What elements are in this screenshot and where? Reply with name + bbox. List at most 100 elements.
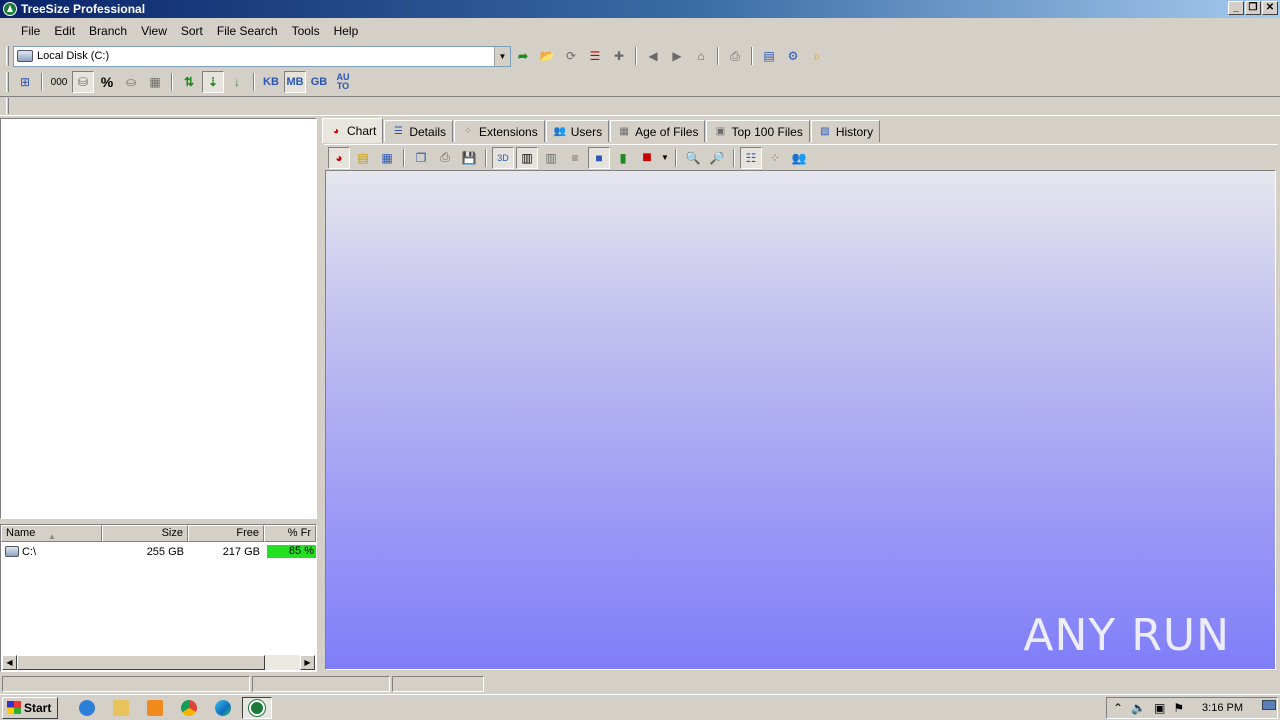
tab-label: Chart <box>347 124 377 138</box>
report-icon[interactable]: ▤ <box>758 45 780 67</box>
treesize-taskbar-button[interactable] <box>242 696 273 719</box>
treemap-icon[interactable]: ▦ <box>376 147 398 169</box>
windows-logo-icon <box>7 701 21 714</box>
minimize-button[interactable]: _ <box>1228 1 1244 15</box>
menu-help[interactable]: Help <box>327 24 366 38</box>
unit-kb-button[interactable]: KB <box>260 71 282 93</box>
status-strip <box>0 96 1280 116</box>
open-folder-icon[interactable]: 📂 <box>536 45 558 67</box>
clock[interactable]: 3:16 PM <box>1202 702 1243 714</box>
menu-file[interactable]: File <box>14 24 47 38</box>
folder-tree[interactable] <box>0 118 317 519</box>
print-chart-icon[interactable]: ⎙ <box>434 147 456 169</box>
column-free[interactable]: Free <box>188 525 264 542</box>
table-row[interactable]: C:\ 255 GB 217 GB 85 % <box>1 543 316 560</box>
print-icon[interactable]: ⎙ <box>724 45 746 67</box>
close-button[interactable]: ✕ <box>1262 1 1278 15</box>
allocated-space-icon[interactable]: ⛀ <box>120 71 142 93</box>
tab-age-of-files[interactable]: ▦ Age of Files <box>610 120 706 142</box>
bar-chart-icon[interactable]: ▤ <box>352 147 374 169</box>
columns-icon[interactable]: ▦ <box>144 71 166 93</box>
column-size[interactable]: Size <box>102 525 188 542</box>
tab-details[interactable]: ☰ Details <box>384 120 454 142</box>
media-player-taskbar-button[interactable] <box>140 697 170 719</box>
column-percent-free[interactable]: % Fr <box>264 525 316 542</box>
tab-chart[interactable]: ◕ Chart <box>322 118 384 143</box>
save-icon[interactable]: 💾 <box>458 147 480 169</box>
3d-view-icon[interactable]: 3D <box>492 146 514 169</box>
chevron-down-icon[interactable]: ▼ <box>660 147 670 169</box>
tab-extensions[interactable]: ⁘ Extensions <box>454 120 545 142</box>
colors-icon[interactable]: ▮ <box>612 147 634 169</box>
forward-icon[interactable]: ▶ <box>666 45 688 67</box>
color-picker-icon[interactable]: ■ <box>636 147 658 169</box>
volume-icon[interactable]: 🔈 <box>1131 701 1146 715</box>
legend-icon[interactable]: ▥ <box>516 146 538 169</box>
sort-down-icon[interactable]: ↓ <box>226 71 248 93</box>
unit-gb-button[interactable]: GB <box>308 71 330 93</box>
refresh-icon[interactable]: ⟳ <box>560 45 582 67</box>
scroll-right-icon[interactable]: ▶ <box>300 655 315 670</box>
sort-by-size-icon[interactable]: ⇣ <box>202 71 224 93</box>
sort-by-name-icon[interactable]: ⇅ <box>178 71 200 93</box>
file-count-icon[interactable]: 000 <box>48 71 70 93</box>
options-icon[interactable]: ⚙ <box>782 45 804 67</box>
toolbar-grip[interactable] <box>6 72 9 92</box>
unit-mb-button[interactable]: MB <box>284 71 306 93</box>
copy-icon[interactable]: ❐ <box>410 147 432 169</box>
media-player-icon <box>147 699 164 716</box>
drive-list[interactable]: Name ▲ Size Free % Fr C:\ 255 GB 217 GB … <box>0 524 317 672</box>
filter-icon[interactable]: ☰ <box>584 45 606 67</box>
tab-history[interactable]: ▧ History <box>810 120 881 142</box>
sort-up-icon: ▲ <box>48 532 56 541</box>
home-icon[interactable]: ⌂ <box>690 45 712 67</box>
show-desktop-icon[interactable] <box>1262 700 1276 710</box>
zoom-in-icon[interactable]: 🔍 <box>682 147 704 169</box>
menu-tools[interactable]: Tools <box>285 24 327 38</box>
search-folder-icon[interactable]: ⌕ <box>806 45 828 67</box>
background-icon[interactable]: ■ <box>588 146 610 169</box>
column-name[interactable]: Name ▲ <box>1 525 102 542</box>
file-explorer-taskbar-button[interactable] <box>106 697 136 719</box>
watermark-text: ANY RUN <box>1023 610 1230 661</box>
menu-view[interactable]: View <box>134 24 174 38</box>
scroll-left-icon[interactable]: ◀ <box>2 655 17 670</box>
tab-top-100-files[interactable]: ▣ Top 100 Files <box>706 120 810 142</box>
percent-icon[interactable]: % <box>96 71 118 93</box>
flag-icon[interactable]: ⚑ <box>1173 701 1184 715</box>
internet-explorer-taskbar-button[interactable] <box>72 697 102 719</box>
lines-icon[interactable]: ≡ <box>564 147 586 169</box>
edge-taskbar-button[interactable] <box>208 697 238 719</box>
tray-expand-icon[interactable]: ⌃ <box>1113 701 1123 715</box>
scroll-thumb[interactable] <box>17 655 265 670</box>
scan-arrow-icon[interactable]: ➦ <box>512 45 534 67</box>
edge-icon <box>215 699 232 716</box>
menu-sort[interactable]: Sort <box>174 24 210 38</box>
extensions-view-icon[interactable]: ⁘ <box>764 147 786 169</box>
size-icon[interactable]: ⛁ <box>72 71 94 93</box>
drive-select[interactable]: Local Disk (C:) ▼ <box>13 45 511 67</box>
horizontal-scrollbar[interactable]: ◀ ▶ <box>2 655 315 670</box>
list-view-icon[interactable]: ☷ <box>740 146 762 169</box>
grid-icon[interactable]: ▥ <box>540 147 562 169</box>
chart-toolbar: ◕ ▤ ▦ ❐ ⎙ 💾 3D ▥ ▥ ≡ ■ ▮ ■ ▼ 🔍 🔎 ☷ ⁘ 👥 <box>324 144 1278 170</box>
chart-area[interactable]: ANY RUN <box>325 170 1276 670</box>
chevron-down-icon[interactable]: ▼ <box>494 46 510 66</box>
menu-edit[interactable]: Edit <box>47 24 82 38</box>
tab-users[interactable]: 👥 Users <box>545 120 610 142</box>
restore-button[interactable]: ❐ <box>1245 1 1261 15</box>
menu-file-search[interactable]: File Search <box>210 24 285 38</box>
users-view-icon[interactable]: 👥 <box>788 147 810 169</box>
toolbar-grip[interactable] <box>6 46 9 66</box>
start-button[interactable]: Start <box>2 696 59 719</box>
back-icon[interactable]: ◀ <box>642 45 664 67</box>
chrome-taskbar-button[interactable] <box>174 697 204 719</box>
pie-chart-icon[interactable]: ◕ <box>328 146 350 169</box>
unit-auto-button[interactable]: AU TO <box>332 71 354 93</box>
menu-branch[interactable]: Branch <box>82 24 134 38</box>
zoom-out-icon[interactable]: 🔎 <box>706 147 728 169</box>
toolbar-grip[interactable] <box>6 98 9 114</box>
network-icon[interactable]: ▣ <box>1154 701 1165 715</box>
expand-icon[interactable]: ✚ <box>608 45 630 67</box>
tree-add-icon[interactable]: ⊞ <box>14 71 36 93</box>
